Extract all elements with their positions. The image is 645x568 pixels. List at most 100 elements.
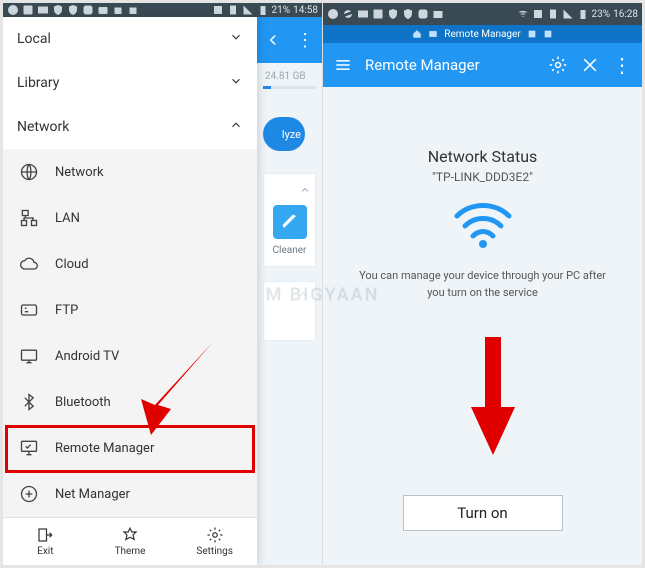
drawer-item-network[interactable]: Network [3, 149, 257, 195]
app-bar: Remote Manager ⋮ [323, 43, 642, 87]
analyze-button[interactable]: lyze [263, 117, 305, 151]
menu-icon[interactable] [333, 55, 353, 75]
signal-icon [242, 4, 254, 16]
bag-icon [127, 4, 139, 16]
chevron-up-icon [297, 288, 309, 300]
nfc-icon [212, 4, 224, 16]
item-label: FTP [55, 303, 78, 318]
window-title: Remote Manager [444, 29, 520, 40]
network-status-title: Network Status [428, 147, 538, 166]
cloud-icon [19, 254, 39, 274]
nfc-icon [532, 8, 544, 20]
tv-icon [19, 346, 39, 366]
drawer-item-net-manager[interactable]: Net Manager [3, 471, 257, 517]
item-label: Remote Manager [55, 441, 154, 456]
whatsapp-icon [7, 4, 19, 16]
background-screen: ⋮ 24.81 GB lyze Cleaner [257, 17, 322, 565]
globe-icon [19, 162, 39, 182]
battery-percent: 21% [272, 5, 291, 16]
category-label: Local [17, 31, 51, 47]
shield-icon [402, 8, 414, 20]
more-icon[interactable]: ⋮ [612, 55, 632, 75]
shield-icon [67, 4, 79, 16]
instagram-icon [417, 8, 429, 20]
window-icon [428, 29, 438, 39]
category-label: Network [17, 119, 69, 135]
close-icon[interactable] [580, 55, 600, 75]
item-label: Cloud [55, 257, 89, 272]
ftp-icon [19, 300, 39, 320]
drawer-item-cloud[interactable]: Cloud [3, 241, 257, 287]
cleaner-icon [273, 205, 307, 239]
more-icon[interactable]: ⋮ [296, 30, 314, 51]
clock: 16:28 [613, 9, 638, 20]
chevron-down-icon [229, 30, 243, 48]
theme-button[interactable]: Theme [88, 518, 173, 565]
wifi-icon [517, 8, 529, 20]
drawer-category-library[interactable]: Library [3, 61, 257, 105]
item-label: Net Manager [55, 487, 130, 502]
sync-icon [342, 8, 354, 20]
shield-icon [387, 8, 399, 20]
mail-icon [357, 8, 369, 20]
lan-icon [19, 208, 39, 228]
chevron-up-icon [299, 184, 311, 199]
instagram-icon [82, 4, 94, 16]
drawer-item-androidtv[interactable]: Android TV [3, 333, 257, 379]
remote-manager-body: Network Status "TP-LINK_DDD3E2" You can … [323, 87, 642, 565]
status-bar: 23% 16:28 [323, 3, 642, 25]
exit-button[interactable]: Exit [3, 518, 88, 565]
item-label: LAN [55, 211, 80, 226]
tab-icon[interactable] [543, 29, 553, 39]
chevron-left-icon [264, 31, 282, 49]
chevron-up-icon [229, 118, 243, 136]
sim-icon [227, 4, 239, 16]
drawer-category-local[interactable]: Local [3, 17, 257, 61]
monitor-icon [19, 438, 39, 458]
label: Theme [115, 546, 146, 557]
battery-percent: 23% [592, 9, 611, 20]
peek-card [263, 281, 316, 341]
item-label: Bluetooth [55, 395, 111, 410]
battery-icon [257, 4, 269, 16]
item-label: Network [55, 165, 104, 180]
wifi-icon [451, 202, 515, 254]
drawer-category-network[interactable]: Network [3, 105, 257, 149]
drawer-bottom-bar: Exit Theme Settings [3, 517, 257, 565]
drawer-item-bluetooth[interactable]: Bluetooth [3, 379, 257, 425]
turn-on-button[interactable]: Turn on [403, 495, 563, 531]
phone-right: 23% 16:28 Remote Manager Remote Manager … [323, 3, 642, 565]
mail-icon [37, 4, 49, 16]
clock: 14:58 [293, 5, 318, 16]
bluetooth-icon [19, 392, 39, 412]
navigation-drawer: Local Library Network Networ [3, 17, 257, 565]
drawer-item-remote-manager[interactable]: Remote Manager [3, 425, 257, 471]
battery-icon [577, 8, 589, 20]
category-label: Library [17, 75, 59, 91]
home-icon[interactable] [412, 29, 422, 39]
label: Settings [196, 546, 233, 557]
network-ssid: "TP-LINK_DDD3E2" [432, 170, 533, 184]
theme-icon [121, 526, 139, 544]
shield-icon [52, 4, 64, 16]
camera-icon [432, 8, 444, 20]
bag-icon [112, 4, 124, 16]
whatsapp-icon [327, 8, 339, 20]
gear-icon [206, 526, 224, 544]
signal-icon [562, 8, 574, 20]
gear-icon[interactable] [548, 55, 568, 75]
drawer-item-ftp[interactable]: FTP [3, 287, 257, 333]
cleaner-label: Cleaner [273, 245, 307, 256]
tab-icon[interactable] [527, 29, 537, 39]
cleaner-card[interactable]: Cleaner [263, 173, 316, 267]
item-label: Android TV [55, 349, 119, 364]
drawer-item-lan[interactable]: LAN [3, 195, 257, 241]
net-manager-icon [19, 484, 39, 504]
arrow-annotation [463, 337, 523, 457]
camera-icon [97, 4, 109, 16]
appbar-title: Remote Manager [365, 56, 480, 74]
settings-button[interactable]: Settings [172, 518, 257, 565]
phone-left: 21% 14:58 Local Library Network [3, 3, 323, 565]
network-description: You can manage your device through your … [343, 268, 622, 301]
label: Exit [37, 546, 53, 557]
